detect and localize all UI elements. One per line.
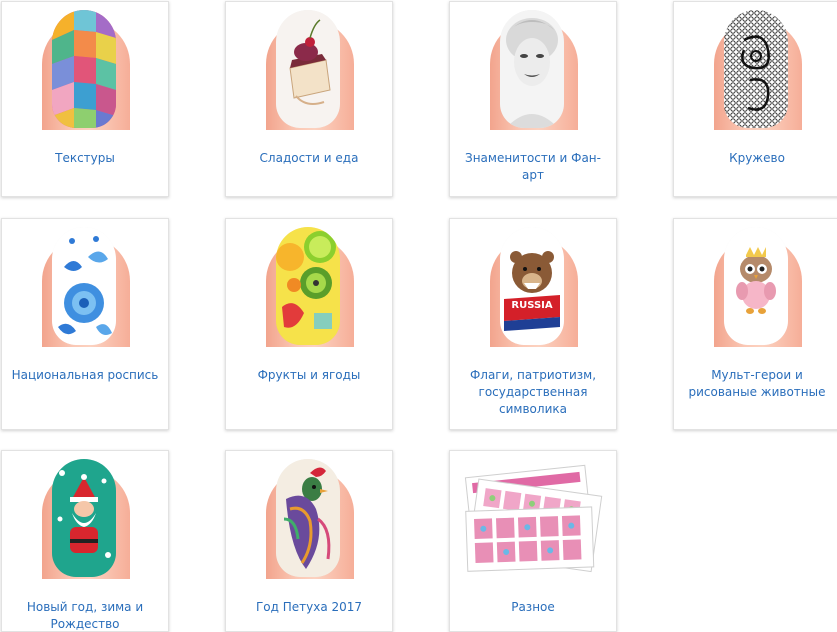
lace-nail-icon: [724, 10, 788, 128]
category-card-celebrities[interactable]: Знаменитости и Фан-арт: [449, 1, 617, 197]
category-image: [674, 219, 837, 347]
russia-bear-nail-icon: RUSSIA: [500, 227, 564, 345]
category-card-folk-painting[interactable]: Национальная роспись: [1, 218, 169, 430]
category-card-misc[interactable]: Разное: [449, 450, 617, 632]
category-image: [2, 2, 168, 130]
category-image: [226, 2, 392, 130]
category-label[interactable]: Кружево: [680, 150, 834, 167]
rooster-nail-icon: [276, 459, 340, 577]
category-image: [226, 219, 392, 347]
category-card-sweets[interactable]: Сладости и еда: [225, 1, 393, 197]
category-card-fruits[interactable]: Фрукты и ягоды: [225, 218, 393, 430]
category-label[interactable]: Сладости и еда: [232, 150, 386, 167]
cartoon-owl-nail-icon: [724, 227, 788, 345]
celebrity-portrait-nail-icon: [500, 10, 564, 128]
category-label[interactable]: Разное: [456, 599, 610, 616]
category-label[interactable]: Год Петуха 2017: [232, 599, 386, 616]
category-card-cartoons[interactable]: Мульт-герои и рисованые животные: [673, 218, 837, 430]
category-card-lace[interactable]: Кружево: [673, 1, 837, 197]
category-label[interactable]: Текстуры: [8, 150, 162, 167]
category-card-new-year[interactable]: Новый год, зима и Рождество: [1, 450, 169, 632]
category-card-rooster[interactable]: Год Петуха 2017: [225, 450, 393, 632]
category-label[interactable]: Флаги, патриотизм, государственная симво…: [456, 367, 610, 418]
category-image: [226, 451, 392, 579]
fruit-nail-icon: [276, 227, 340, 345]
badge-text: RUSSIA: [511, 300, 553, 311]
category-label[interactable]: Новый год, зима и Рождество: [8, 599, 162, 631]
category-label[interactable]: Мульт-герои и рисованые животные: [680, 367, 834, 401]
category-image: [2, 219, 168, 347]
category-image: [2, 451, 168, 579]
category-image: [674, 2, 837, 130]
category-image: [450, 2, 616, 130]
hexagon-pattern-nail-icon: [52, 10, 116, 128]
santa-nail-icon: [52, 459, 116, 577]
category-image: [450, 451, 616, 579]
sticker-sheets-icon: [458, 459, 608, 577]
category-label[interactable]: Национальная роспись: [8, 367, 162, 384]
category-label[interactable]: Знаменитости и Фан-арт: [456, 150, 610, 184]
category-label[interactable]: Фрукты и ягоды: [232, 367, 386, 384]
category-image: RUSSIA: [450, 219, 616, 347]
dessert-nail-icon: [276, 10, 340, 128]
folk-painting-nail-icon: [52, 227, 116, 345]
category-card-textures[interactable]: Текстуры: [1, 1, 169, 197]
category-card-flags[interactable]: RUSSIA Флаги, патриотизм, государственна…: [449, 218, 617, 430]
